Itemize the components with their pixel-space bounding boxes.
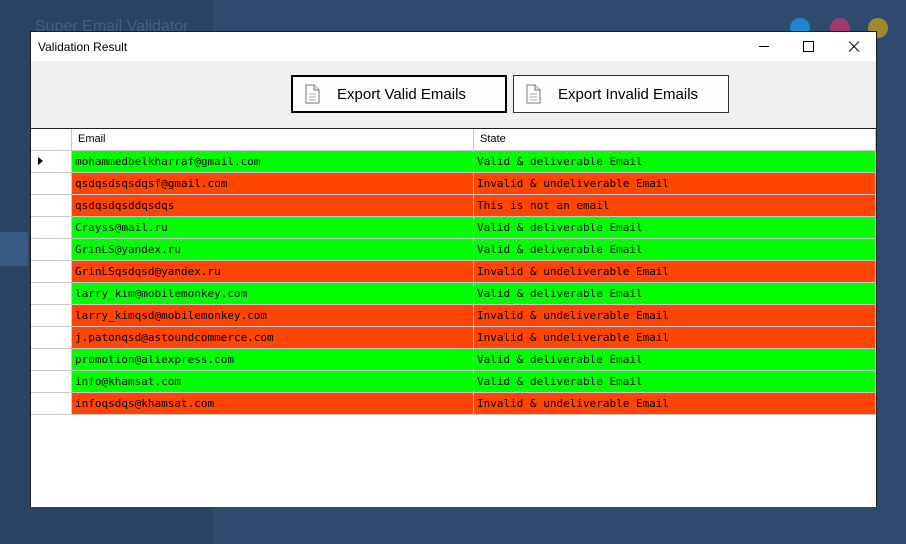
column-header-state[interactable]: State [474,129,876,151]
table-row[interactable]: Crayss@mail.ru Valid & deliverable Email [31,217,876,239]
row-header[interactable] [31,327,72,349]
document-icon [526,84,541,104]
row-header[interactable] [31,349,72,371]
background-sidebar-item [0,232,28,266]
table-row[interactable]: promotion@aliexpress.com Valid & delivera… [31,349,876,371]
row-header[interactable] [31,261,72,283]
email-cell[interactable]: promotion@aliexpress.com [72,349,474,371]
state-cell[interactable]: Valid & deliverable Email [474,283,876,305]
state-cell[interactable]: Valid & deliverable Email [474,371,876,393]
email-cell[interactable]: GrinLS@yandex.ru [72,239,474,261]
table-row[interactable]: infoqsdqs@khamsat.com Invalid & undeliver… [31,393,876,415]
row-header[interactable] [31,217,72,239]
email-cell[interactable]: qsdqsdsqsdqsf@gmail.com [72,173,474,195]
export-invalid-emails-label: Export Invalid Emails [558,85,699,103]
table-row[interactable]: larry_kimqsd@mobilemonkey.com Invalid & u… [31,305,876,327]
state-cell[interactable]: Valid & deliverable Email [474,349,876,371]
row-header[interactable] [31,195,72,217]
row-header[interactable] [31,283,72,305]
close-icon [848,41,860,53]
maximize-button[interactable] [786,32,831,61]
email-cell[interactable]: GrinLSqsdqsd@yandex.ru [72,261,474,283]
state-cell[interactable]: Invalid & undeliverable Email [474,305,876,327]
export-valid-emails-label: Export Valid Emails [337,85,466,103]
row-header[interactable] [31,239,72,261]
export-valid-emails-button[interactable]: Export Valid Emails [291,75,507,113]
window-title: Validation Result [38,40,128,54]
close-button[interactable] [831,32,876,61]
email-cell[interactable]: j.patonqsd@astoundcommerce.com [72,327,474,349]
table-row[interactable]: info@khamsat.com Valid & deliverable Emai… [31,371,876,393]
row-header[interactable] [31,151,72,173]
row-header[interactable] [31,305,72,327]
email-cell[interactable]: larry_kimqsd@mobilemonkey.com [72,305,474,327]
grid-header-row: Email State [31,129,876,151]
state-cell[interactable]: Invalid & undeliverable Email [474,393,876,415]
minimize-icon [758,46,769,47]
table-row[interactable]: GrinLS@yandex.ru Valid & deliverable Emai… [31,239,876,261]
table-row[interactable]: qsdqsdqsddqsdqs This is not an email [31,195,876,217]
maximize-icon [803,41,814,52]
row-header[interactable] [31,371,72,393]
title-bar[interactable]: Validation Result [31,32,876,61]
row-header-corner[interactable] [31,129,72,151]
table-row[interactable]: j.patonqsd@astoundcommerce.com Invalid & … [31,327,876,349]
state-cell[interactable]: Valid & deliverable Email [474,239,876,261]
state-cell[interactable]: Valid & deliverable Email [474,217,876,239]
document-icon [305,84,320,104]
table-row[interactable]: mohammedbelkharraf@gmail.com Valid & deli… [31,151,876,173]
state-cell[interactable]: Invalid & undeliverable Email [474,173,876,195]
row-header[interactable] [31,393,72,415]
minimize-button[interactable] [741,32,786,61]
state-cell[interactable]: Invalid & undeliverable Email [474,261,876,283]
validation-result-window: Validation Result Export Valid Emails Ex… [30,31,877,507]
state-cell[interactable]: Valid & deliverable Email [474,151,876,173]
toolbar: Export Valid Emails Export Invalid Email… [31,61,876,128]
row-header[interactable] [31,173,72,195]
email-cell[interactable]: mohammedbelkharraf@gmail.com [72,151,474,173]
table-row[interactable]: GrinLSqsdqsd@yandex.ru Invalid & undelive… [31,261,876,283]
current-row-arrow-icon [38,157,43,165]
state-cell[interactable]: This is not an email [474,195,876,217]
email-cell[interactable]: Crayss@mail.ru [72,217,474,239]
table-row[interactable]: larry_kim@mobilemonkey.com Valid & delive… [31,283,876,305]
email-cell[interactable]: qsdqsdqsddqsdqs [72,195,474,217]
export-invalid-emails-button[interactable]: Export Invalid Emails [513,75,729,113]
state-cell[interactable]: Invalid & undeliverable Email [474,327,876,349]
email-cell[interactable]: infoqsdqs@khamsat.com [72,393,474,415]
email-cell[interactable]: info@khamsat.com [72,371,474,393]
column-header-email[interactable]: Email [72,129,474,151]
email-cell[interactable]: larry_kim@mobilemonkey.com [72,283,474,305]
table-row[interactable]: qsdqsdsqsdqsf@gmail.com Invalid & undeliv… [31,173,876,195]
results-grid[interactable]: Email State mohammedbelkharraf@gmail.com… [31,128,876,507]
